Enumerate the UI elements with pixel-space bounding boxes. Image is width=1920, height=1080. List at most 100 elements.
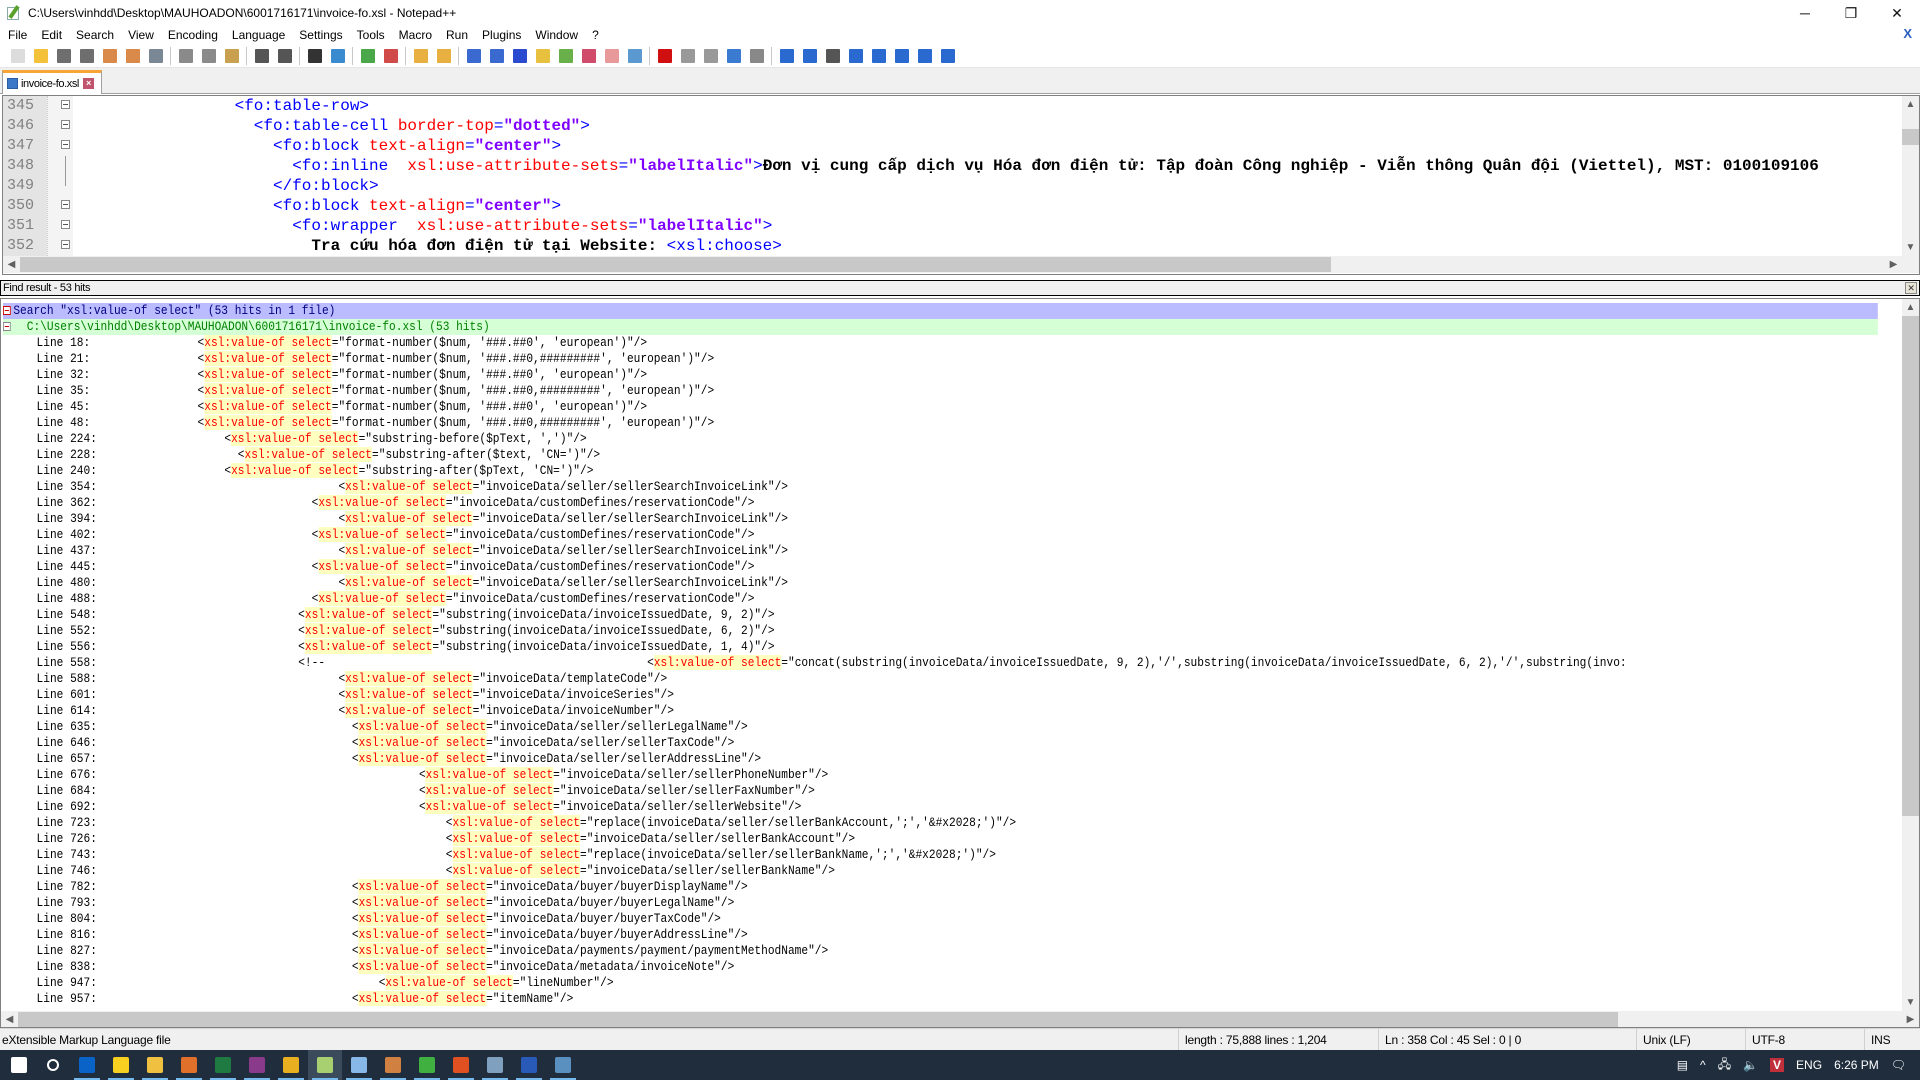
search-hit-row[interactable]: Line 957: <xsl:value-of select="itemName… [3,991,1878,1007]
menu-run[interactable]: Run [439,28,475,42]
code-line[interactable]: 349 </fo:block> [3,176,1893,196]
scroll-up-icon[interactable]: ▲ [1902,299,1919,316]
function-list-button[interactable] [579,47,599,65]
search-hit-row[interactable]: Line 35: <xsl:value-of select="format-nu… [3,383,1878,399]
input-language[interactable]: ENG [1796,1058,1822,1072]
search-hit-row[interactable]: Line 684: <xsl:value-of select="invoiceD… [3,783,1878,799]
folder-workspace-button[interactable] [602,47,622,65]
menu-search[interactable]: Search [69,28,121,42]
sublime-app[interactable] [172,1050,206,1080]
code-line[interactable]: 345 <fo:table-row> [3,96,1893,116]
close-find-panel-button[interactable]: ✕ [1905,282,1917,294]
search-hit-row[interactable]: Line 793: <xsl:value-of select="invoiceD… [3,895,1878,911]
save-all-button[interactable] [77,47,97,65]
close-all-button[interactable] [123,47,143,65]
indent-guide-button[interactable] [510,47,530,65]
menu-edit[interactable]: Edit [34,28,69,42]
results-vertical-scrollbar[interactable]: ▲ ▼ [1902,299,1919,1011]
sync-horizontal-button[interactable] [434,47,454,65]
code-line[interactable]: 346 <fo:table-cell border-top="dotted"> [3,116,1893,136]
menu-help[interactable]: ? [585,28,606,42]
scrollbar-thumb[interactable] [1902,316,1919,816]
show-hidden-icons-chevron[interactable]: ^ [1700,1058,1706,1072]
fold-toggle-icon[interactable] [61,100,70,109]
maximize-button[interactable]: ❐ [1828,0,1874,26]
search-hit-row[interactable]: Line 692: <xsl:value-of select="invoiceD… [3,799,1878,815]
search-hit-row[interactable]: Line 947: <xsl:value-of select="lineNumb… [3,975,1878,991]
open-file-button[interactable] [31,47,51,65]
menu-language[interactable]: Language [225,28,292,42]
code-line[interactable]: 347 <fo:block text-align="center"> [3,136,1893,156]
code-line[interactable]: 350 <fo:block text-align="center"> [3,196,1893,216]
new-file-button[interactable] [8,47,28,65]
search-hit-row[interactable]: Line 48: <xsl:value-of select="format-nu… [3,415,1878,431]
scroll-left-icon[interactable]: ◀ [3,256,20,273]
menu-file[interactable]: File [0,28,34,42]
search-hit-row[interactable]: Line 480: <xsl:value-of select="invoiceD… [3,575,1878,591]
zoom-in-button[interactable] [358,47,378,65]
search-hit-row[interactable]: Line 556: <xsl:value-of select="substrin… [3,639,1878,655]
code-line[interactable]: 348 <fo:inline xsl:use-attribute-sets="la… [3,156,1893,176]
print-button[interactable] [146,47,166,65]
sync-vertical-button[interactable] [411,47,431,65]
code-editor[interactable]: 345 <fo:table-row> 346 <fo:table-cell borde… [2,95,1920,275]
monitoring-button[interactable] [625,47,645,65]
close-button[interactable] [100,47,120,65]
search-hit-row[interactable]: Line 827: <xsl:value-of select="invoiceD… [3,943,1878,959]
vpn-icon[interactable]: V [1770,1058,1785,1072]
editor-vertical-scrollbar[interactable]: ▲ ▼ [1902,96,1919,256]
search-hit-row[interactable]: Line 354: <xsl:value-of select="invoiceD… [3,479,1878,495]
tab-invoice-fo[interactable]: invoice-fo.xsl × [2,70,102,94]
menu-plugins[interactable]: Plugins [475,28,528,42]
anydesk-app[interactable] [444,1050,478,1080]
file-explorer-app[interactable] [138,1050,172,1080]
fold-toggle-icon[interactable] [61,220,70,229]
search-hit-row[interactable]: Line 402: <xsl:value-of select="invoiceD… [3,527,1878,543]
first-diff-button[interactable] [846,47,866,65]
search-hit-row[interactable]: Line 21: <xsl:value-of select="format-nu… [3,351,1878,367]
chrome-app[interactable] [274,1050,308,1080]
diff-bar-button[interactable] [938,47,958,65]
search-header-row[interactable]: Search "xsl:value-of select" (53 hits in… [3,303,1878,319]
search-hit-row[interactable]: Line 614: <xsl:value-of select="invoiceD… [3,703,1878,719]
zoom-out-button[interactable] [381,47,401,65]
search-hit-row[interactable]: Line 18: <xsl:value-of select="format-nu… [3,335,1878,351]
code-line[interactable]: 351 <fo:wrapper xsl:use-attribute-sets="l… [3,216,1893,236]
prev-diff-button[interactable] [869,47,889,65]
run-macro-multiple-button[interactable] [724,47,744,65]
editor-horizontal-scrollbar[interactable]: ◀ ▶ [3,256,1919,273]
search-hit-row[interactable]: Line 804: <xsl:value-of select="invoiceD… [3,911,1878,927]
search-hit-row[interactable]: Line 676: <xsl:value-of select="invoiceD… [3,767,1878,783]
scroll-right-icon[interactable]: ▶ [1902,1011,1919,1027]
play-macro-button[interactable] [701,47,721,65]
code-line[interactable]: 352 Tra cứu hóa đơn điện tử tại Website: … [3,236,1893,256]
start-button[interactable] [2,1050,36,1080]
search-hit-row[interactable]: Line 746: <xsl:value-of select="invoiceD… [3,863,1878,879]
search-hit-row[interactable]: Line 646: <xsl:value-of select="invoiceD… [3,735,1878,751]
search-hit-row[interactable]: Line 362: <xsl:value-of select="invoiceD… [3,495,1878,511]
scroll-left-icon[interactable]: ◀ [1,1011,18,1027]
menu-macro[interactable]: Macro [392,28,439,42]
search-hit-row[interactable]: Line 657: <xsl:value-of select="invoiceD… [3,751,1878,767]
compare-button[interactable] [777,47,797,65]
fold-toggle-icon[interactable] [61,200,70,209]
search-hit-row[interactable]: Line 552: <xsl:value-of select="substrin… [3,623,1878,639]
undo-button[interactable] [252,47,272,65]
search-hit-row[interactable]: Line 445: <xsl:value-of select="invoiceD… [3,559,1878,575]
close-tab-icon[interactable]: × [82,78,94,89]
word-wrap-button[interactable] [464,47,484,65]
search-hit-row[interactable]: Line 240: <xsl:value-of select="substrin… [3,463,1878,479]
redo-button[interactable] [275,47,295,65]
sticky-notes-app[interactable] [104,1050,138,1080]
scrollbar-thumb[interactable] [20,257,1331,272]
action-center-icon[interactable]: 🗨 [1891,1058,1906,1072]
clock[interactable]: 6:26 PM [1834,1058,1879,1072]
search-hit-row[interactable]: Line 224: <xsl:value-of select="substrin… [3,431,1878,447]
word-app[interactable] [512,1050,546,1080]
search-hit-row[interactable]: Line 838: <xsl:value-of select="invoiceD… [3,959,1878,975]
doc-map-button[interactable] [556,47,576,65]
network-icon[interactable]: 🖧 [1718,1055,1731,1076]
next-diff-button[interactable] [892,47,912,65]
compare-panel-button[interactable] [800,47,820,65]
fold-toggle-icon[interactable] [61,240,70,249]
